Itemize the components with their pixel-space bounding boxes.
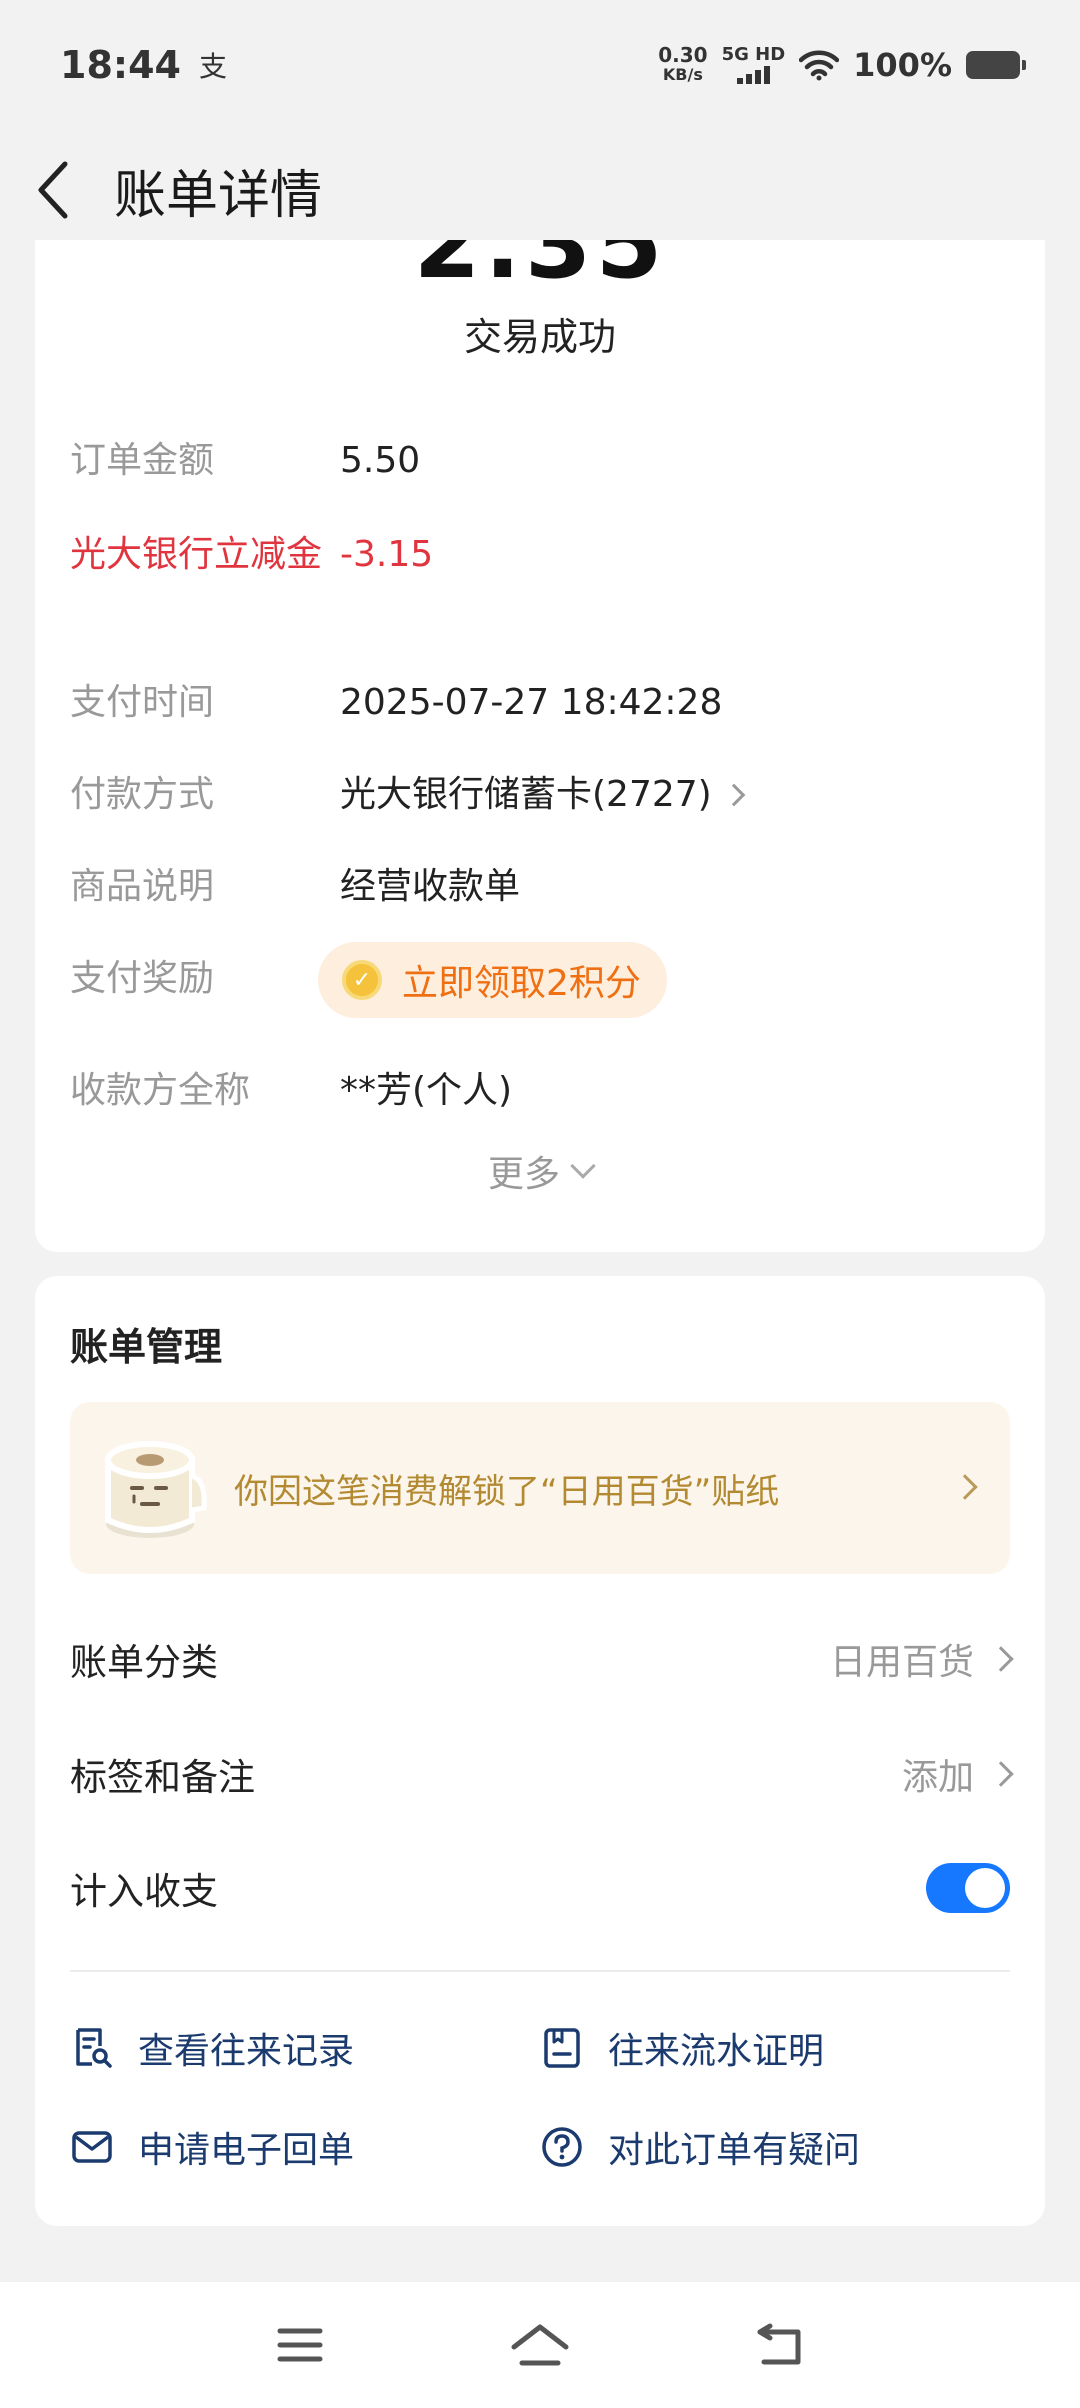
detail-value: **芳(个人) [340, 1070, 513, 1111]
nav-back-button[interactable] [744, 2309, 816, 2381]
include-in-budget-toggle[interactable] [926, 1863, 1010, 1913]
detail-label: 支付时间 [70, 682, 215, 723]
order-question-button[interactable]: 对此订单有疑问 [540, 2112, 860, 2182]
more-button[interactable]: 更多 [35, 1145, 1045, 1197]
detail-label: 商品说明 [70, 866, 215, 907]
action-label: 往来流水证明 [608, 2031, 825, 2072]
cell-signal-icon [736, 64, 770, 84]
tags-notes-row[interactable]: 标签和备注 添加 [70, 1734, 1014, 1814]
detail-value: 经营收款单 [340, 866, 521, 907]
detail-row-pay-time: 支付时间 2025-07-27 18:42:28 [70, 674, 1010, 732]
detail-label: 收款方全称 [70, 1070, 251, 1111]
detail-label: 光大银行立减金 [70, 534, 323, 575]
app-header: 账单详情 [0, 130, 1080, 250]
wifi-icon [799, 50, 840, 81]
sticker-unlock-banner[interactable]: 你因这笔消费解锁了“日用百货”贴纸 [70, 1402, 1010, 1574]
bill-detail-card: 2.35 交易成功 订单金额 5.50 光大银行立减金 -3.15 支付时间 2… [35, 240, 1045, 1252]
transaction-status: 交易成功 [463, 315, 616, 359]
system-nav-bar [0, 2282, 1080, 2408]
status-time: 18:44 [60, 43, 181, 87]
reward-text: 立即领取2积分 [402, 963, 641, 1004]
setting-value: 添加 [901, 1757, 974, 1798]
tags-value: 添加 [901, 1748, 1014, 1800]
detail-row-product-desc: 商品说明 经营收款单 [70, 858, 1010, 916]
detail-value: 光大银行储蓄卡(2727) [340, 774, 712, 815]
battery-icon [966, 51, 1026, 79]
network-speed: 0.30 KB/s [658, 45, 707, 85]
chevron-right-icon [988, 1761, 1014, 1787]
status-indicators: 0.30 KB/s 5G HD 100% [658, 44, 1026, 85]
bill-category-row[interactable]: 账单分类 日用百货 [70, 1619, 1014, 1699]
status-bar: 18:44 支 0.30 KB/s 5G HD 100% [0, 0, 1080, 130]
detail-value: -3.15 [340, 534, 434, 575]
points-coin-icon: ✓ [342, 960, 382, 1000]
sticker-unlock-text: 你因这笔消费解锁了“日用百货”贴纸 [234, 1471, 780, 1512]
more-label: 更多 [487, 1154, 560, 1195]
pay-method-link[interactable]: 光大银行储蓄卡(2727) [340, 766, 746, 824]
statement-icon [544, 2028, 580, 2068]
battery-percent: 100% [853, 46, 952, 84]
back-button[interactable] [0, 130, 110, 250]
detail-label: 付款方式 [70, 774, 215, 815]
detail-row-payee: 收款方全称 **芳(个人) [70, 1062, 1010, 1120]
e-receipt-button[interactable]: 申请电子回单 [70, 2112, 354, 2182]
statement-proof-button[interactable]: 往来流水证明 [540, 2013, 824, 2083]
bill-manage-card: 账单管理 你因这笔消费解锁了“日用百货”贴纸 账单分类 日用百货 标签和备注 添… [35, 1276, 1045, 2226]
detail-value: 2025-07-27 18:42:28 [340, 682, 723, 723]
setting-value: 日用百货 [829, 1642, 974, 1683]
chevron-right-icon [722, 783, 746, 807]
detail-label: 订单金额 [70, 440, 215, 481]
home-button[interactable] [504, 2309, 576, 2381]
network-type: 5G HD [721, 44, 786, 65]
detail-row-bank-discount: 光大银行立减金 -3.15 [70, 526, 1010, 584]
section-title: 账单管理 [70, 1325, 223, 1369]
detail-row-reward: 支付奖励 ✓ 立即领取2积分 [70, 942, 1010, 1018]
network-speed-value: 0.30 [658, 43, 708, 67]
mail-icon [72, 2131, 112, 2163]
action-label: 查看往来记录 [138, 2031, 355, 2072]
back-icon [757, 2323, 801, 2365]
toggle-knob [965, 1868, 1005, 1908]
chevron-right-icon [952, 1474, 978, 1500]
question-icon [542, 2127, 582, 2167]
detail-row-order-amount: 订单金额 5.50 [70, 432, 1010, 490]
detail-value: 5.50 [340, 440, 421, 481]
claim-points-button[interactable]: ✓ 立即领取2积分 [318, 942, 667, 1018]
setting-label: 标签和备注 [70, 1756, 255, 1799]
detail-label: 支付奖励 [70, 958, 215, 999]
alipay-notification-icon: 支 [198, 50, 227, 83]
action-label: 对此订单有疑问 [608, 2130, 861, 2171]
page-title: 账单详情 [114, 165, 323, 226]
menu-icon [277, 2328, 323, 2362]
recents-button[interactable] [264, 2309, 336, 2381]
setting-label: 计入收支 [70, 1870, 218, 1913]
chevron-left-icon [38, 161, 68, 219]
toilet-paper-sticker-icon [105, 1441, 207, 1538]
setting-label: 账单分类 [70, 1641, 218, 1684]
category-value: 日用百货 [829, 1633, 1014, 1685]
detail-row-pay-method[interactable]: 付款方式 光大银行储蓄卡(2727) [70, 766, 1010, 824]
record-search-icon [76, 2028, 112, 2068]
action-label: 申请电子回单 [138, 2130, 355, 2171]
view-history-button[interactable]: 查看往来记录 [70, 2013, 354, 2083]
network-speed-unit: KB/s [662, 65, 703, 84]
amount-clip: 2.35 [35, 240, 1045, 282]
divider [70, 1970, 1010, 1972]
transaction-amount: 2.35 [35, 240, 1045, 282]
chevron-right-icon [988, 1646, 1014, 1672]
include-in-budget-row: 计入收支 [70, 1848, 1010, 1928]
chevron-down-icon [570, 1153, 596, 1179]
home-icon [511, 2324, 569, 2366]
